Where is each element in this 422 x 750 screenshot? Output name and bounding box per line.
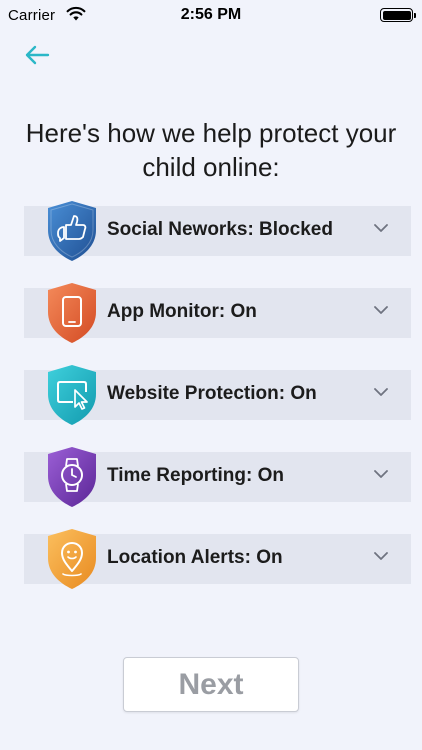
phone-icon [48,283,96,343]
feature-row-website-protection[interactable]: Website Protection: On [24,365,411,425]
thumbs-up-chat-icon [48,201,96,261]
feature-label: Time Reporting: On [107,465,284,486]
feature-label: Social Neworks: Blocked [107,219,333,240]
feature-label: App Monitor: On [107,301,257,322]
clock: 2:56 PM [180,6,242,23]
screen-cursor-icon [48,365,96,425]
arrow-left-icon [25,45,50,65]
chevron-down-icon [374,224,388,232]
chevron-down-icon [374,552,388,560]
screen: Carrier 2:56 PM Here's how we help prote… [0,0,422,750]
next-button[interactable]: Next [123,657,299,712]
feature-label: Website Protection: On [107,383,317,404]
feature-row-time-reporting[interactable]: Time Reporting: On [24,447,411,507]
page-title: Here's how we help protect your child on… [25,118,397,182]
feature-row-location-alerts[interactable]: Location Alerts: On [24,529,411,589]
back-button[interactable] [22,40,52,70]
location-person-icon [48,529,96,589]
feature-row-social-networks[interactable]: Social Neworks: Blocked [24,201,411,261]
chevron-down-icon [374,306,388,314]
battery-icon [380,8,416,22]
feature-label: Location Alerts: On [107,547,283,568]
watch-icon [48,447,96,507]
chevron-down-icon [374,388,388,396]
feature-row-app-monitor[interactable]: App Monitor: On [24,283,411,343]
chevron-down-icon [374,470,388,478]
status-bar: Carrier 2:56 PM [0,0,422,30]
